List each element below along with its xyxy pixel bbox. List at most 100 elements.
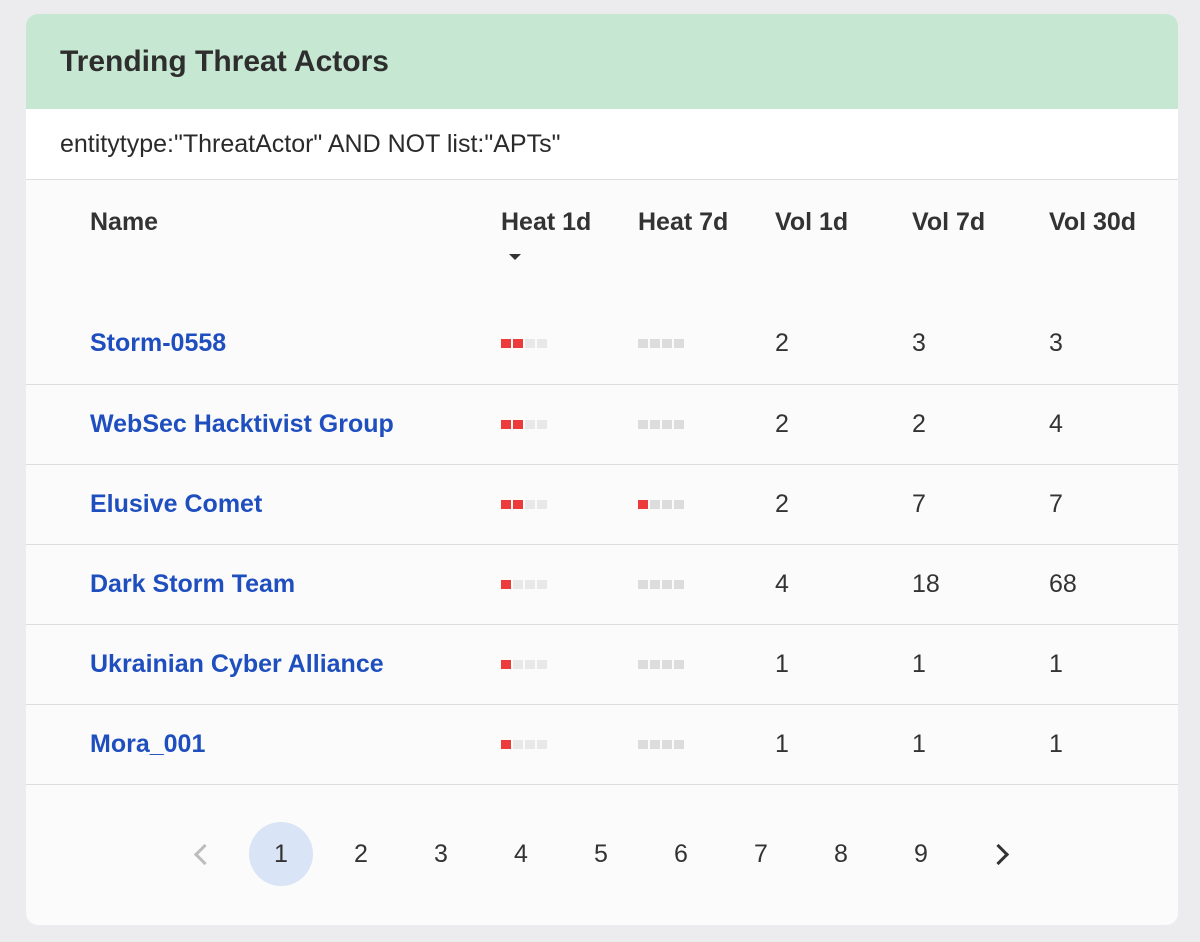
heat-indicator	[638, 339, 684, 348]
heat-segment	[650, 660, 660, 669]
page-button-7[interactable]: 7	[729, 822, 793, 886]
heat-segment	[638, 500, 648, 509]
heat-segment	[513, 420, 523, 429]
vol-30d-cell: 68	[1049, 570, 1077, 598]
threat-actor-link[interactable]: Elusive Comet	[90, 490, 262, 519]
heat-indicator	[501, 580, 547, 589]
threat-actor-link[interactable]: WebSec Hacktivist Group	[90, 410, 394, 439]
table-row: Mora_001 1 1 1	[26, 705, 1178, 785]
vol-30d-cell: 7	[1049, 490, 1063, 518]
page-button-1[interactable]: 1	[249, 822, 313, 886]
heat-1d-cell	[501, 465, 547, 544]
heat-1d-cell	[501, 545, 547, 624]
heat-segment	[662, 580, 672, 589]
name-cell: WebSec Hacktivist Group	[90, 385, 394, 464]
heat-segment	[513, 500, 523, 509]
previous-page-button[interactable]	[169, 822, 233, 886]
heat-segment	[662, 740, 672, 749]
vol-1d-cell: 1	[775, 730, 789, 758]
column-header-vol-30d[interactable]: Vol 30d	[1049, 208, 1136, 237]
vol-1d-cell: 2	[775, 329, 789, 357]
name-cell: Mora_001	[90, 705, 205, 784]
threat-actor-link[interactable]: Dark Storm Team	[90, 570, 295, 599]
vol-7d-cell: 2	[912, 410, 926, 438]
heat-indicator	[638, 420, 684, 429]
heat-segment	[674, 420, 684, 429]
heat-segment	[650, 420, 660, 429]
heat-segment	[525, 740, 535, 749]
heat-segment	[513, 580, 523, 589]
table-row: WebSec Hacktivist Group 2 2 4	[26, 385, 1178, 465]
heat-segment	[537, 740, 547, 749]
heat-7d-cell	[638, 385, 684, 464]
vol-7d-cell: 7	[912, 490, 926, 518]
column-header-name[interactable]: Name	[90, 208, 158, 237]
page-button-4[interactable]: 4	[489, 822, 553, 886]
table-row: Storm-0558 2 3 3	[26, 303, 1178, 385]
table-row: Elusive Comet 2 7 7	[26, 465, 1178, 545]
heat-1d-cell	[501, 303, 547, 384]
heat-indicator	[501, 500, 547, 509]
heat-segment	[501, 580, 511, 589]
page-button-5[interactable]: 5	[569, 822, 633, 886]
heat-segment	[537, 339, 547, 348]
heat-segment	[513, 339, 523, 348]
vol-30d-cell: 1	[1049, 650, 1063, 678]
heat-segment	[662, 660, 672, 669]
page-button-2[interactable]: 2	[329, 822, 393, 886]
heat-segment	[537, 500, 547, 509]
name-cell: Storm-0558	[90, 303, 226, 384]
heat-segment	[674, 660, 684, 669]
heat-segment	[501, 339, 511, 348]
table-row: Dark Storm Team 4 18 68	[26, 545, 1178, 625]
heat-indicator	[501, 420, 547, 429]
heat-segment	[537, 660, 547, 669]
heat-7d-cell	[638, 705, 684, 784]
heat-segment	[525, 339, 535, 348]
heat-segment	[638, 660, 648, 669]
threat-actor-link[interactable]: Storm-0558	[90, 329, 226, 358]
column-header-heat-7d[interactable]: Heat 7d	[638, 208, 728, 237]
threat-actor-link[interactable]: Ukrainian Cyber Alliance	[90, 650, 384, 679]
heat-segment	[662, 500, 672, 509]
heat-indicator	[638, 660, 684, 669]
heat-indicator	[501, 660, 547, 669]
heat-segment	[662, 420, 672, 429]
heat-segment	[650, 339, 660, 348]
name-cell: Dark Storm Team	[90, 545, 295, 624]
heat-segment	[537, 420, 547, 429]
heat-segment	[638, 580, 648, 589]
vol-1d-cell: 4	[775, 570, 789, 598]
heat-segment	[674, 339, 684, 348]
heat-segment	[662, 339, 672, 348]
heat-7d-cell	[638, 625, 684, 704]
heat-indicator	[501, 740, 547, 749]
page-button-9[interactable]: 9	[889, 822, 953, 886]
heat-segment	[501, 740, 511, 749]
page-button-8[interactable]: 8	[809, 822, 873, 886]
heat-segment	[674, 500, 684, 509]
page-button-6[interactable]: 6	[649, 822, 713, 886]
column-header-heat-1d[interactable]: Heat 1d	[501, 208, 591, 237]
heat-segment	[638, 740, 648, 749]
heat-segment	[650, 500, 660, 509]
heat-segment	[674, 740, 684, 749]
threat-actors-table: Name Heat 1d Heat 7d Vol 1d Vol 7d Vol 3…	[26, 180, 1178, 785]
vol-1d-cell: 1	[775, 650, 789, 678]
sort-descending-icon	[509, 254, 521, 260]
heat-1d-cell	[501, 625, 547, 704]
threat-actor-link[interactable]: Mora_001	[90, 730, 205, 759]
column-header-vol-1d[interactable]: Vol 1d	[775, 208, 848, 237]
table-body: Storm-0558 2 3 3 WebSec Hacktivist Group 2 2 4 E…	[26, 303, 1178, 785]
next-page-button[interactable]	[969, 822, 1033, 886]
table-row: Ukrainian Cyber Alliance 1 1 1	[26, 625, 1178, 705]
vol-1d-cell: 2	[775, 490, 789, 518]
column-header-vol-7d[interactable]: Vol 7d	[912, 208, 985, 237]
chevron-left-icon	[193, 843, 215, 865]
heat-segment	[501, 420, 511, 429]
heat-segment	[513, 740, 523, 749]
vol-30d-cell: 1	[1049, 730, 1063, 758]
heat-segment	[650, 740, 660, 749]
page-button-3[interactable]: 3	[409, 822, 473, 886]
heat-1d-cell	[501, 385, 547, 464]
